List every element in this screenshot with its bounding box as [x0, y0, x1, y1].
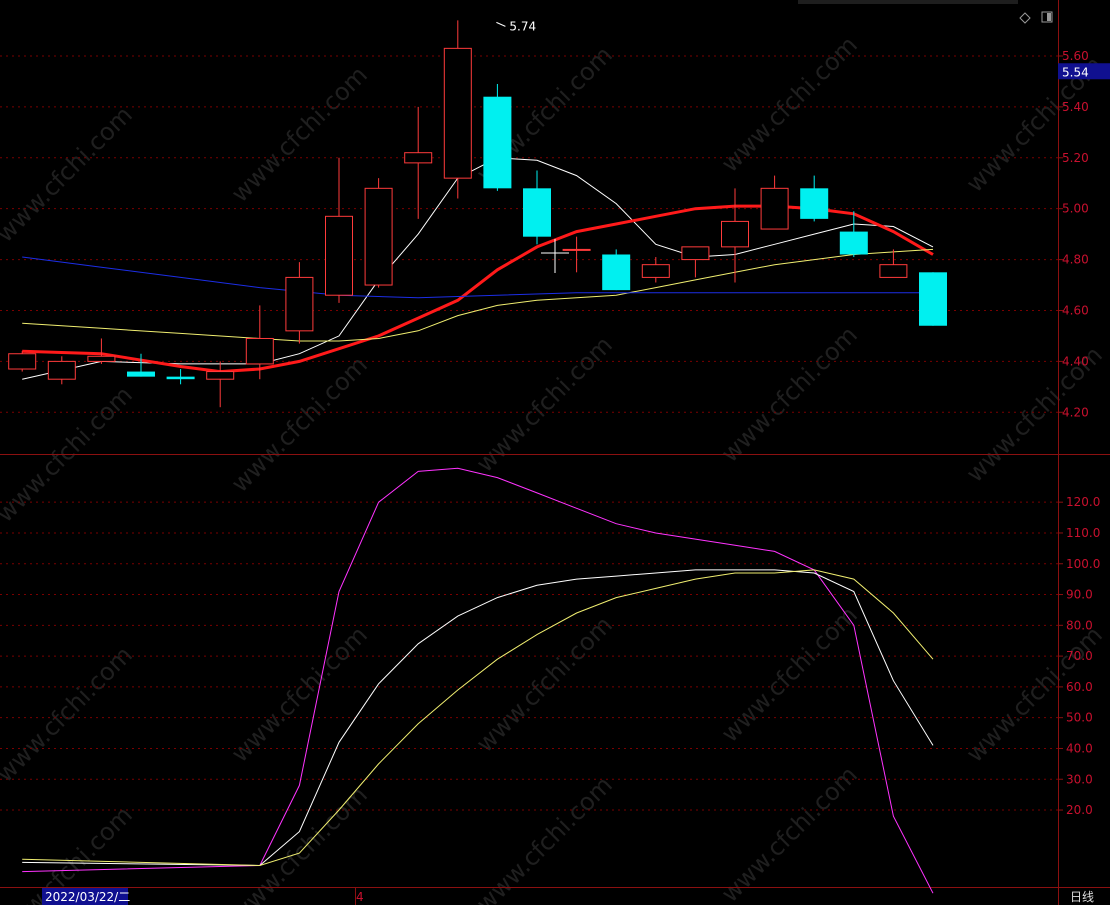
indicator-tick-label: 80.0	[1066, 618, 1093, 632]
watermark-text: www.cfchi.com	[226, 781, 373, 905]
candle-body-up	[879, 264, 908, 278]
high-price-label: 5.74	[509, 19, 536, 33]
chart-frame	[0, 0, 1110, 905]
watermark-text: www.cfchi.com	[0, 641, 138, 788]
price-tick-label: 4.60	[1062, 303, 1089, 317]
indicator-tick-label: 50.0	[1066, 711, 1093, 725]
candle-body-down	[839, 231, 868, 255]
diamond-icon	[1019, 12, 1031, 24]
indicator-tick-label: 40.0	[1066, 741, 1093, 755]
watermark-text: www.cfchi.com	[471, 331, 618, 478]
candle-body-down	[166, 376, 195, 380]
price-tick-label: 5.40	[1062, 100, 1089, 114]
price-tick-label: 5.60	[1062, 49, 1089, 63]
price-tick-label: 5.00	[1062, 202, 1089, 216]
watermark-text: www.cfchi.com	[226, 621, 373, 768]
watermark-text: www.cfchi.com	[716, 761, 863, 905]
indicator-tick-label: 90.0	[1066, 588, 1093, 602]
watermark-layer: www.cfchi.com www.cfchi.com www.cfchi.com w…	[0, 31, 1108, 905]
moving-average-line	[22, 248, 934, 342]
candle-body-up	[760, 187, 789, 230]
candle-body-up	[47, 360, 76, 380]
candle-body-up	[8, 353, 37, 370]
candle-body-down	[602, 254, 631, 291]
date-label: 2022/03/22/二	[45, 890, 130, 904]
indicator-tick-label: 120.0	[1066, 495, 1100, 509]
moving-average-line	[22, 157, 934, 380]
candle-body-down	[523, 188, 551, 237]
watermark-text: www.cfchi.com	[226, 351, 373, 498]
candle-body-up	[562, 248, 591, 251]
watermark-text: www.cfchi.com	[0, 101, 138, 248]
watermark-text: www.cfchi.com	[471, 771, 618, 905]
candle-body-up	[206, 371, 235, 380]
indicator-tick-label: 30.0	[1066, 772, 1093, 786]
watermark-text: www.cfchi.com	[716, 31, 863, 178]
candle-body-down	[483, 96, 512, 189]
candle-body-up	[443, 47, 472, 179]
indicator-tick-label: 110.0	[1066, 526, 1100, 540]
candle-body-up	[325, 215, 353, 296]
current-price-label: 5.54	[1062, 65, 1089, 79]
window-toggle-icon-fill	[1047, 13, 1051, 21]
candle-body-up	[245, 337, 274, 365]
candle-body-up	[87, 355, 116, 362]
candle-body-down	[919, 272, 947, 326]
price-tick-label: 4.40	[1062, 354, 1089, 368]
top-toolbar-strip	[798, 0, 1018, 4]
watermark-text: www.cfchi.com	[226, 61, 373, 208]
indicator-tick-label: 100.0	[1066, 557, 1100, 571]
candle-body-up	[404, 152, 433, 164]
watermark-text: www.cfchi.com	[716, 601, 863, 748]
price-tick-label: 4.20	[1062, 405, 1089, 419]
indicator-tick-label: 60.0	[1066, 680, 1093, 694]
high-marker-arrow	[496, 21, 506, 27]
indicator-tick-label: 70.0	[1066, 649, 1093, 663]
candle-body-down	[800, 188, 829, 219]
watermark-text: www.cfchi.com	[471, 611, 618, 758]
price-tick-label: 5.20	[1062, 151, 1089, 165]
y-axis-ticks: 4.20 4.40 4.60 4.80 5.00 5.20 5.40 5.60 20.0 30.0…	[1058, 49, 1100, 817]
moving-average-line	[22, 256, 933, 299]
candle-body-up	[641, 264, 670, 278]
period-label: 日线	[1070, 890, 1094, 904]
candle-body-up	[285, 276, 314, 332]
watermark-text: www.cfchi.com	[716, 321, 863, 468]
chart-annotations: 5.74 5.54 2022/03/22/二 4 日线	[42, 0, 1110, 905]
candle-body-up	[364, 187, 393, 286]
candle-body-up	[681, 246, 710, 261]
stock-chart: www.cfchi.com www.cfchi.com www.cfchi.com w…	[0, 0, 1110, 905]
moving-average-line	[22, 204, 934, 374]
price-tick-label: 4.80	[1062, 253, 1089, 267]
candle-body-up	[721, 220, 749, 248]
price-moving-averages	[22, 157, 934, 380]
month-label: 4	[356, 890, 364, 904]
indicator-tick-label: 20.0	[1066, 803, 1093, 817]
candle-body-down	[127, 371, 155, 377]
